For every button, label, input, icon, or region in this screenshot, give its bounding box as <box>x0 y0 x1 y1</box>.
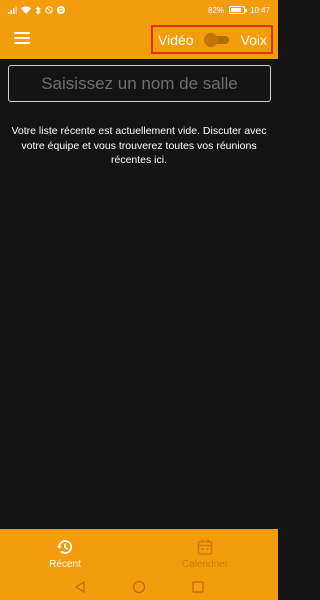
battery-percent: 82% <box>207 5 224 15</box>
video-voice-switch: Vidéo Voix <box>151 25 273 54</box>
hamburger-menu-icon[interactable] <box>14 32 30 46</box>
recents-icon[interactable] <box>191 580 205 594</box>
history-icon <box>56 538 74 556</box>
room-name-input[interactable] <box>8 65 271 102</box>
battery-level-fill <box>230 8 241 12</box>
tab-recent-label: Récent <box>49 558 81 570</box>
empty-recent-message: Votre liste récente est actuellement vid… <box>11 125 267 166</box>
voice-label[interactable]: Voix <box>241 32 267 48</box>
bluetooth-icon <box>35 5 41 15</box>
tab-recent[interactable]: Récent <box>0 529 130 574</box>
home-icon[interactable] <box>132 580 146 594</box>
tab-calendar-label: Calendrier <box>181 558 229 570</box>
system-navigation-bar <box>0 574 278 600</box>
wifi-icon <box>21 6 31 14</box>
clock: 10:47 <box>249 5 270 15</box>
status-icons-left <box>8 5 65 15</box>
toggle-thumb <box>204 32 219 47</box>
tab-calendar[interactable]: Calendrier <box>140 529 270 574</box>
signal-icon <box>8 6 17 14</box>
video-voice-toggle[interactable] <box>204 32 230 47</box>
bottom-navigation: Récent Calendrier <box>0 529 278 600</box>
do-not-disturb-icon <box>45 6 53 14</box>
back-icon[interactable] <box>73 580 87 594</box>
calendar-icon <box>196 538 214 556</box>
app-bar: Vidéo Voix <box>0 20 278 59</box>
battery-icon <box>228 6 247 14</box>
status-bar: 82% 10:47 <box>0 0 278 20</box>
spotify-icon <box>57 6 65 14</box>
status-icons-right: 82% 10:47 <box>208 6 270 15</box>
video-label[interactable]: Vidéo <box>158 32 194 48</box>
